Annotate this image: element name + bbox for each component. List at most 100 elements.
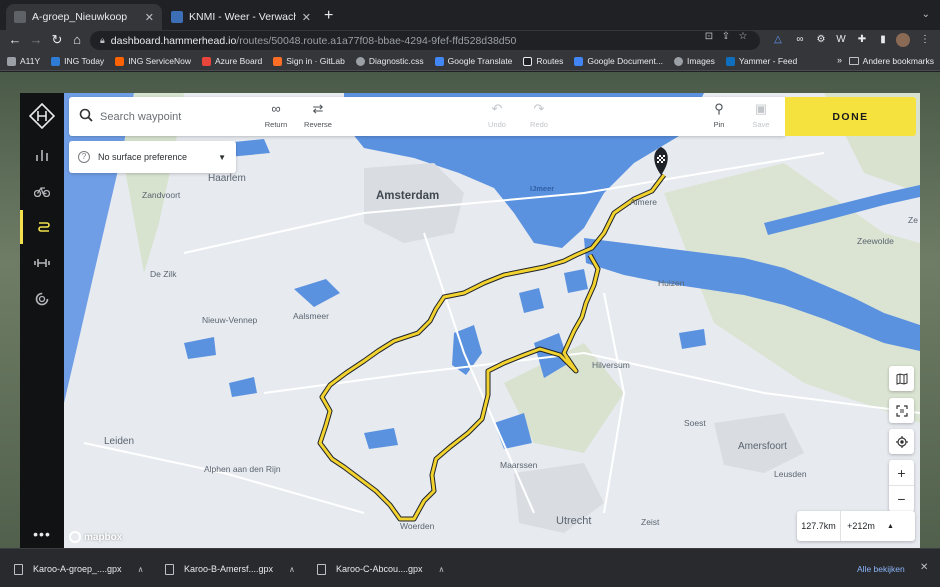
bookmark-images[interactable]: Images	[673, 56, 715, 66]
pin-button[interactable]: ⚲ Pin	[697, 101, 741, 129]
hammerhead-logo-icon[interactable]	[29, 103, 55, 129]
bookmark-google-document[interactable]: Google Document...	[574, 56, 663, 66]
forward-arrow-icon[interactable]: →	[27, 32, 45, 47]
bookmark-label: Azure Board	[215, 56, 263, 66]
sidebar-item-workouts[interactable]	[20, 246, 64, 280]
return-label: Return	[264, 120, 288, 129]
label-haarlem: Haarlem	[208, 173, 246, 184]
bookmarks-overflow-button[interactable]: »	[837, 55, 842, 65]
dropdown-caret-icon: ▼	[218, 152, 226, 162]
redo-button[interactable]: ↷ Redo	[517, 101, 561, 129]
tab-title: A-groep_Nieuwkoop	[32, 11, 128, 23]
extension-glasses-icon[interactable]: ∞	[793, 33, 807, 47]
swap-arrows-icon: ⇄	[312, 101, 324, 116]
close-icon[interactable]: ✕	[920, 562, 928, 573]
label-maarssen: Maarssen	[500, 460, 538, 470]
bookmark-label: Google Translate	[447, 56, 513, 66]
bookmark-ing-servicenow[interactable]: ING ServiceNow	[115, 56, 191, 66]
bookmark-routes[interactable]: Routes	[523, 56, 563, 66]
back-arrow-icon[interactable]: ←	[6, 32, 24, 47]
sidebar: •••	[20, 93, 64, 548]
search-waypoint-input[interactable]	[100, 107, 250, 127]
help-question-icon: ?	[78, 151, 90, 163]
label-zandvoort: Zandvoort	[142, 190, 181, 200]
label-hilversum: Hilversum	[592, 360, 630, 370]
close-tab-icon[interactable]: ✕	[145, 11, 154, 24]
page-background: ••• Amsterdam Haarlem Zandvoort Almere I…	[0, 72, 940, 548]
globe-icon	[673, 56, 683, 66]
bookmark-ing-today[interactable]: ING Today	[51, 56, 104, 66]
label-aalsmeer: Aalsmeer	[293, 311, 329, 321]
sidebar-item-rides[interactable]	[20, 174, 64, 208]
fit-route-button[interactable]	[889, 398, 914, 423]
download-item[interactable]: Karoo-B-Amersf....gpx ∧	[165, 558, 295, 580]
bookmark-gitlab[interactable]: Sign in · GitLab	[273, 56, 345, 66]
folder-icon	[848, 57, 859, 65]
bookmark-a11y[interactable]: A11Y	[7, 56, 40, 66]
route-elevation: +212m	[847, 521, 875, 531]
tab-title: KNMI - Weer - Verwachtingen	[189, 11, 296, 23]
zoom-out-button[interactable]: −	[889, 486, 914, 512]
map-style-button[interactable]	[889, 366, 914, 391]
new-tab-button[interactable]: +	[324, 7, 333, 25]
return-button[interactable]: ∞ Return	[254, 101, 298, 129]
address-bar[interactable]: 🔒︎ dashboard.hammerhead.io/routes/50048.…	[90, 31, 760, 50]
browser-menu-icon[interactable]: ⋮	[918, 33, 932, 47]
chevron-up-icon[interactable]: ∧	[439, 565, 445, 574]
bookmark-star-icon[interactable]: ☆	[736, 31, 750, 42]
home-icon[interactable]: ⌂	[68, 32, 86, 47]
sidebar-item-progress[interactable]	[20, 282, 64, 316]
reload-icon[interactable]: ↻	[48, 32, 66, 48]
docs-icon	[574, 56, 584, 66]
label-amsterdam: Amsterdam	[376, 190, 439, 202]
undo-button[interactable]: ↶ Undo	[475, 101, 519, 129]
other-bookmarks-label: Andere bookmarks	[862, 56, 934, 66]
extensions-puzzle-icon[interactable]: ✚	[855, 33, 869, 47]
bike-icon	[34, 186, 50, 197]
save-button[interactable]: ▣ Save	[739, 101, 783, 129]
reverse-button[interactable]: ⇄ Reverse	[296, 101, 340, 129]
chevron-up-icon[interactable]: ∧	[138, 565, 144, 574]
extension-triangle-icon[interactable]: △	[771, 33, 785, 47]
close-tab-icon[interactable]: ✕	[302, 11, 311, 24]
download-item[interactable]: Karoo-C-Abcou....gpx ∧	[317, 558, 444, 580]
bookmark-label: Diagnostic.css	[368, 56, 424, 66]
bookmark-azure-board[interactable]: Azure Board	[202, 56, 262, 66]
extension-gear-icon[interactable]: ⚙	[814, 33, 828, 47]
bookmark-diagnostic-css[interactable]: Diagnostic.css	[355, 56, 424, 66]
label-soest: Soest	[684, 418, 706, 428]
chevron-up-icon[interactable]: ∧	[289, 565, 295, 574]
bookmark-yammer[interactable]: Yammer - Feed	[725, 56, 797, 66]
mapbox-logo-icon	[69, 531, 81, 543]
done-button[interactable]: DONE	[785, 97, 916, 136]
label-amersfoort: Amersfoort	[738, 441, 787, 452]
install-icon[interactable]: ⊡	[702, 31, 716, 42]
side-panel-icon[interactable]: ▮	[876, 33, 890, 47]
route-stats[interactable]: 127.7km +212m ▲	[797, 511, 915, 541]
locate-me-button[interactable]	[889, 429, 914, 454]
download-item[interactable]: Karoo-A-groep_....gpx ∧	[14, 558, 143, 580]
bookmark-label: Sign in · GitLab	[286, 56, 345, 66]
bookmark-google-translate[interactable]: Google Translate	[434, 56, 513, 66]
tab-search-chevron-icon[interactable]: ⌄	[922, 9, 930, 20]
show-all-downloads-link[interactable]: Alle bekijken	[857, 564, 905, 574]
other-bookmarks[interactable]: Andere bookmarks	[848, 56, 934, 66]
sidebar-item-analytics[interactable]	[20, 138, 64, 172]
expand-chevron-up-icon[interactable]: ▲	[887, 523, 894, 530]
mapbox-wordmark: mapbox	[84, 531, 123, 543]
profile-avatar[interactable]	[896, 33, 910, 47]
hammerhead-favicon-icon	[14, 11, 26, 23]
surface-preference-dropdown[interactable]: ? No surface preference ▼	[69, 141, 236, 173]
mapbox-attribution[interactable]: mapbox	[69, 531, 122, 543]
extension-w-icon[interactable]: W	[834, 33, 848, 47]
tab-a-groep[interactable]: A-groep_Nieuwkoop ✕	[6, 4, 162, 30]
surface-preference-value: No surface preference	[98, 152, 188, 162]
reverse-label: Reverse	[304, 120, 332, 129]
share-icon[interactable]: ⇪	[719, 31, 733, 42]
zoom-in-button[interactable]: +	[889, 460, 914, 486]
sidebar-item-routes[interactable]	[20, 210, 64, 244]
tab-knmi[interactable]: KNMI - Weer - Verwachtingen ✕	[163, 4, 319, 30]
label-leiden: Leiden	[104, 436, 134, 447]
more-dots-icon[interactable]: •••	[20, 526, 64, 542]
label-huizen: Huizen	[658, 278, 685, 288]
